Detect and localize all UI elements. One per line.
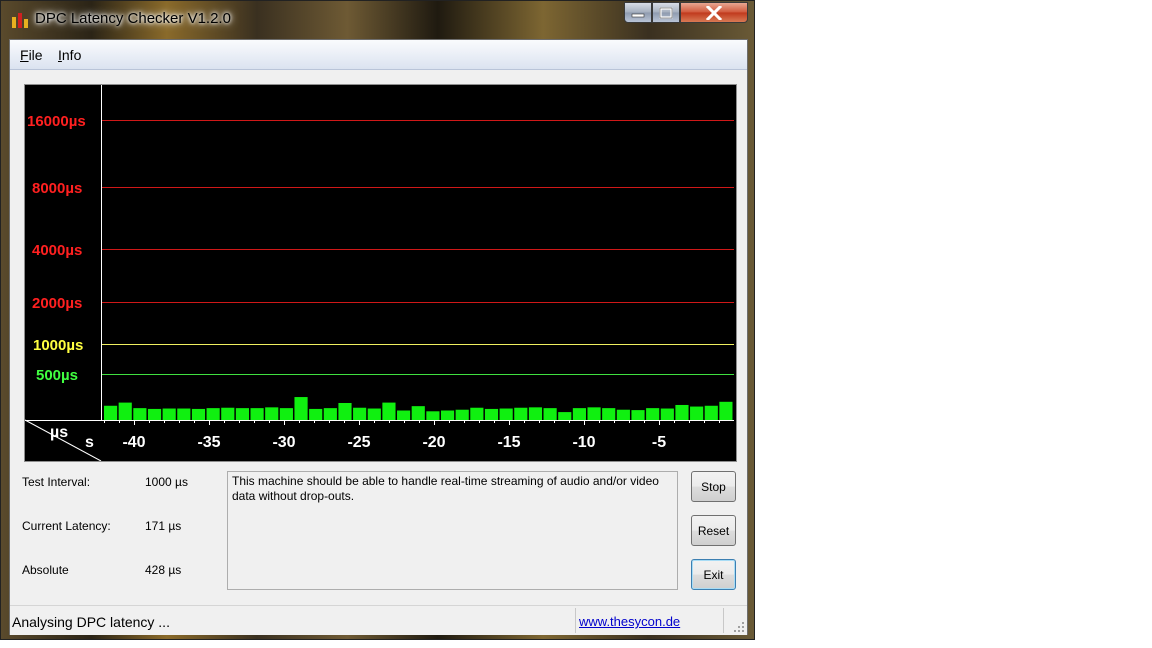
result-message: This machine should be able to handle re…: [227, 471, 678, 590]
latency-bar: [309, 408, 323, 420]
resize-grip-icon[interactable]: [733, 621, 745, 633]
threshold-label: 1000µs: [33, 337, 83, 354]
latency-bar: [338, 402, 352, 420]
menu-file-label: ile: [28, 47, 43, 63]
title-bar[interactable]: DPC Latency Checker V1.2.0: [1, 1, 754, 39]
unit-label-us: µs: [50, 424, 68, 441]
close-icon: [706, 5, 722, 20]
reset-button[interactable]: Reset: [691, 515, 736, 546]
x-tick-label: -15: [497, 434, 520, 451]
latency-bar: [426, 411, 440, 420]
latency-bar: [675, 404, 689, 420]
minimize-icon: [631, 13, 645, 17]
latency-bar: [499, 408, 513, 420]
latency-bar: [118, 402, 132, 420]
exit-button[interactable]: Exit: [691, 559, 736, 590]
latency-bar: [660, 408, 674, 420]
latency-bar: [704, 405, 718, 420]
latency-bar: [177, 408, 191, 420]
threshold-label: 500µs: [36, 367, 78, 384]
latency-bar: [235, 408, 250, 420]
latency-bar: [572, 408, 586, 420]
status-text: Analysing DPC latency ...: [12, 614, 170, 630]
minimize-button[interactable]: [624, 2, 652, 23]
menu-file[interactable]: File: [20, 47, 43, 63]
latency-bar: [294, 397, 308, 420]
stop-button[interactable]: Stop: [691, 471, 736, 502]
menu-info[interactable]: Info: [58, 47, 81, 63]
x-tick-label: -5: [652, 434, 666, 451]
latency-bar: [470, 407, 484, 420]
menu-bar: File Info: [10, 40, 747, 70]
client-area: File Info 16000µs 8000µs 4000µs 2000µs 1000µ…: [9, 39, 748, 635]
latency-bar: [484, 408, 499, 420]
x-tick-label: -10: [572, 434, 595, 451]
status-divider-2: [723, 608, 724, 633]
absolute-label: Absolute: [22, 563, 69, 577]
latency-bar: [440, 410, 455, 420]
threshold-label: 4000µs: [32, 242, 82, 259]
latency-bar: [397, 410, 411, 420]
test-interval-value: 1000 µs: [145, 475, 188, 489]
latency-bar: [558, 412, 572, 420]
status-divider: [575, 608, 576, 633]
latency-bar: [646, 408, 660, 420]
status-bar: Analysing DPC latency ... www.thesycon.d…: [10, 605, 747, 635]
latency-bar: [206, 408, 220, 420]
latency-bar: [543, 408, 557, 420]
window-title: DPC Latency Checker V1.2.0: [35, 10, 231, 27]
latency-bar: [221, 407, 235, 420]
latency-bar: [616, 409, 630, 420]
maximize-icon: [659, 6, 673, 19]
window-controls: [624, 2, 748, 23]
x-tick-label: -20: [422, 434, 445, 451]
latency-bar: [147, 408, 162, 420]
threshold-label: 8000µs: [32, 180, 82, 197]
latency-bar: [104, 405, 118, 420]
latency-bar: [265, 407, 279, 420]
current-latency-value: 171 µs: [145, 519, 182, 533]
absolute-value: 428 µs: [145, 563, 182, 577]
latency-bar: [455, 409, 469, 420]
latency-bar: [323, 408, 337, 420]
latency-bar: [528, 407, 543, 420]
menu-info-label: nfo: [61, 47, 82, 63]
x-tick-label: -40: [122, 434, 145, 451]
latency-bar: [411, 406, 425, 420]
latency-bar: [514, 407, 528, 420]
menu-file-accel: F: [20, 47, 29, 63]
threshold-label: 2000µs: [32, 295, 82, 312]
latency-bar: [690, 406, 704, 420]
maximize-button[interactable]: [652, 2, 680, 23]
latency-bar: [250, 408, 264, 420]
x-tick-label: -35: [197, 434, 220, 451]
threshold-label: 16000µs: [27, 113, 86, 130]
latency-bar: [353, 407, 367, 420]
latency-graph-canvas: 16000µs 8000µs 4000µs 2000µs 1000µs 500µs µss -…: [25, 85, 734, 461]
website-link[interactable]: www.thesycon.de: [579, 614, 680, 629]
x-tick-label: -30: [272, 434, 295, 451]
latency-bar: [382, 402, 396, 420]
unit-label-s: s: [85, 434, 94, 451]
test-interval-label: Test Interval:: [22, 475, 91, 489]
latency-bar: [191, 408, 206, 420]
latency-bar: [367, 408, 381, 420]
latency-bar: [162, 408, 176, 420]
latency-bar: [279, 408, 293, 420]
close-button[interactable]: [680, 2, 748, 23]
latency-bar: [587, 407, 601, 420]
app-bars-icon: [12, 13, 28, 28]
current-latency-label: Current Latency:: [22, 519, 111, 533]
latency-bar: [602, 408, 616, 420]
latency-bar: [133, 408, 147, 420]
latency-bar: [719, 401, 733, 420]
latency-bar: [631, 410, 645, 420]
app-window: DPC Latency Checker V1.2.0 File Info 160…: [0, 0, 755, 640]
latency-graph: 16000µs 8000µs 4000µs 2000µs 1000µs 500µs µs s -…: [24, 84, 737, 462]
x-tick-label: -25: [347, 434, 370, 451]
